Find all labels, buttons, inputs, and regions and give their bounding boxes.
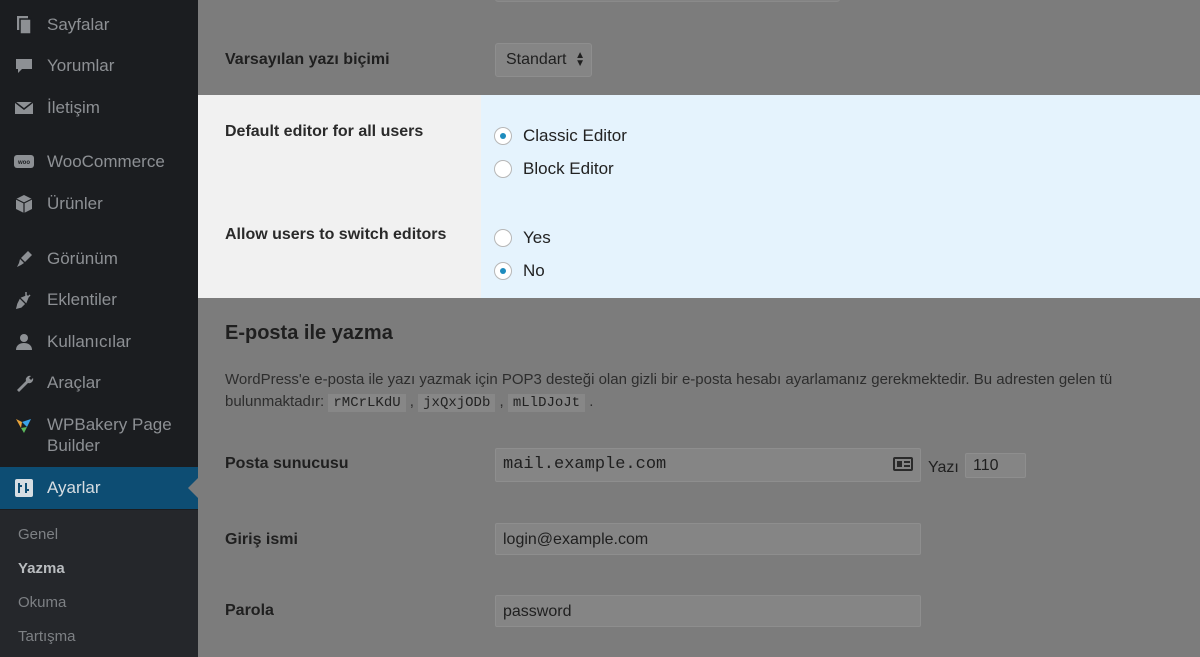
admin-sidebar: Sayfalar Yorumlar İletişim woo WooCommer… (0, 0, 198, 657)
default-format-value: Standart (506, 51, 567, 68)
secret-code-1: rMCrLKdU (328, 394, 406, 412)
mail-icon (13, 97, 35, 119)
select-arrows-icon: ▲ ▼ (575, 50, 585, 69)
radio-button[interactable] (494, 160, 512, 178)
email-section-description: WordPress'e e-posta ile yazı yazmak için… (225, 371, 1113, 412)
default-format-select[interactable]: Standart ▲ ▼ (495, 43, 592, 77)
users-icon (13, 331, 35, 353)
settings-icon (13, 477, 35, 499)
submenu-item-writing[interactable]: Yazma (18, 560, 65, 577)
mail-server-input[interactable]: mail.example.com (495, 448, 921, 482)
radio-switch-no[interactable]: No (494, 261, 545, 281)
password-input[interactable]: password (495, 595, 921, 627)
plugins-icon (13, 289, 35, 311)
wpbakery-icon (13, 414, 35, 436)
submenu-item-reading[interactable]: Okuma (18, 594, 66, 611)
comments-icon (13, 55, 35, 77)
settings-submenu: Genel Yazma Okuma Tartışma (0, 510, 198, 657)
products-icon (13, 193, 35, 215)
port-input[interactable]: 110 (965, 453, 1026, 478)
svg-text:woo: woo (17, 160, 30, 166)
radio-button[interactable] (494, 229, 512, 247)
radio-classic-editor[interactable]: Classic Editor (494, 126, 627, 146)
password-label: Parola (225, 602, 274, 619)
login-name-label: Giriş ismi (225, 531, 298, 548)
active-menu-arrow (188, 478, 198, 498)
login-name-input[interactable]: login@example.com (495, 523, 921, 555)
default-format-label: Varsayılan yazı biçimi (225, 51, 390, 68)
appearance-icon (13, 248, 35, 270)
default-editor-label: Default editor for all users (225, 123, 424, 140)
editor-settings-section: Default editor for all users Classic Edi… (198, 95, 1200, 298)
port-label: Yazı (928, 459, 959, 476)
secret-code-2: jxQxjODb (418, 394, 496, 412)
email-section-title: E-posta ile yazma (225, 322, 393, 344)
secret-code-3: mLlDJoJt (507, 394, 586, 412)
pages-icon (13, 14, 35, 36)
submenu-item-discussion[interactable]: Tartışma (18, 628, 76, 645)
submenu-item-general[interactable]: Genel (18, 526, 58, 543)
radio-button-checked[interactable] (494, 127, 512, 145)
allow-switch-label: Allow users to switch editors (225, 226, 447, 243)
radio-button-checked[interactable] (494, 262, 512, 280)
woocommerce-icon: woo (13, 151, 35, 173)
radio-switch-yes[interactable]: Yes (494, 228, 551, 248)
tools-icon (13, 372, 35, 394)
mail-server-label: Posta sunucusu (225, 455, 349, 472)
radio-block-editor[interactable]: Block Editor (494, 159, 614, 179)
menu-item-settings[interactable]: Ayarlar (0, 467, 198, 509)
previous-select-field[interactable] (495, 0, 840, 2)
contact-card-icon[interactable] (893, 457, 913, 471)
main-content: Varsayılan yazı biçimi Standart ▲ ▼ Defau… (198, 0, 1200, 657)
